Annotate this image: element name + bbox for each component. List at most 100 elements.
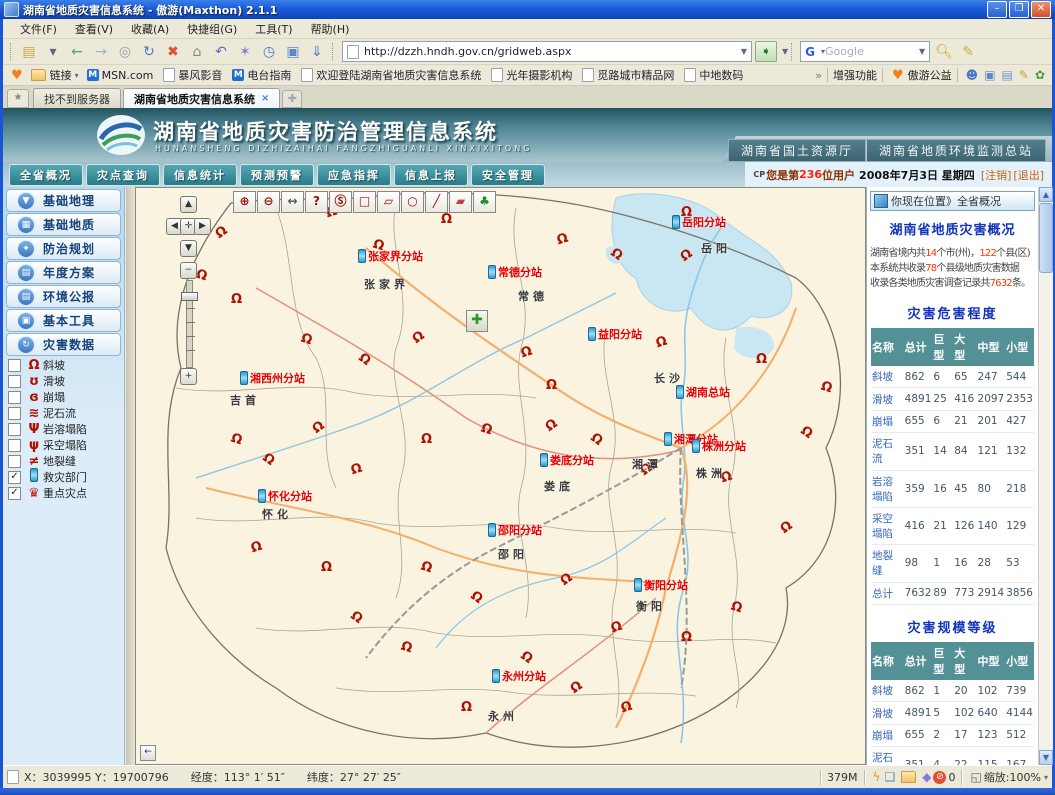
select-polygon-button[interactable]: ▱ <box>377 191 400 213</box>
filter-wand-icon[interactable]: ✶ <box>234 42 256 62</box>
select-circle-button[interactable]: ○ <box>401 191 424 213</box>
nav-tab-4[interactable]: 应急指挥 <box>317 164 391 186</box>
home-icon[interactable]: ⌂ <box>186 42 208 62</box>
station-marker-icon[interactable] <box>588 327 596 341</box>
nav-tab-0[interactable]: 全省概况 <box>9 164 83 186</box>
plugin-icon[interactable]: ✿ <box>1035 68 1045 82</box>
pan-button[interactable]: ↔ <box>281 191 304 213</box>
popup-blocker-icon[interactable]: ⊘ <box>933 771 946 784</box>
boost-lightning-icon[interactable]: ϟ <box>873 770 881 784</box>
layer-checkbox[interactable] <box>8 391 21 404</box>
minimize-button[interactable]: – <box>987 1 1007 18</box>
gem-icon[interactable]: ◆ <box>922 770 931 784</box>
window-icon[interactable]: ▣ <box>282 42 304 62</box>
address-dropdown-icon[interactable]: ▼ <box>741 47 747 56</box>
station-常德分站[interactable]: 常德分站 <box>488 264 542 280</box>
panel-scrollbar[interactable]: ▲ ▼ <box>1038 187 1053 765</box>
station-marker-icon[interactable] <box>540 453 548 467</box>
tab-0[interactable]: 找不到服务器 <box>33 88 121 108</box>
sidebar-section-4[interactable]: ▤环境公报 <box>6 285 121 308</box>
station-marker-icon[interactable] <box>488 523 496 537</box>
refresh-icon[interactable]: ↻ <box>138 42 160 62</box>
station-marker-icon[interactable] <box>664 432 672 446</box>
search-placeholder[interactable]: Google <box>825 45 916 58</box>
draw-line-button[interactable]: ╱ <box>425 191 448 213</box>
map-viewport[interactable]: ΩΩΩΩΩΩΩΩΩΩΩΩΩΩΩΩΩΩΩΩΩΩΩΩΩΩΩΩΩΩΩΩΩΩΩΩΩΩΩΩ… <box>135 187 866 765</box>
layer-checkbox[interactable] <box>8 455 21 468</box>
undo-icon[interactable]: ↶ <box>210 42 232 62</box>
zoom-slider-minus-button[interactable]: − <box>180 262 197 279</box>
link-item-3[interactable]: 欢迎登陆湖南省地质灾害信息系统 <box>301 67 481 83</box>
nav-tab-5[interactable]: 信息上报 <box>394 164 468 186</box>
zoom-value[interactable]: 100% <box>1010 771 1041 784</box>
link-item-0[interactable]: MMSN.com <box>87 67 154 83</box>
page-dropdown-icon[interactable]: ◎ <box>114 42 136 62</box>
dropdown-icon[interactable]: ▾ <box>42 42 64 62</box>
layer-checkbox[interactable] <box>8 423 21 436</box>
new-tab-button[interactable]: ✚ <box>282 90 302 108</box>
history-clock-icon[interactable]: ◷ <box>258 42 280 62</box>
sidebar-section-1[interactable]: ▦基础地质 <box>6 213 121 236</box>
link-item-5[interactable]: 觅路城市精品网 <box>582 67 674 83</box>
download-icon[interactable]: ⇓ <box>306 42 328 62</box>
sidebar-section-3[interactable]: ▤年度方案 <box>6 261 121 284</box>
nav-tab-3[interactable]: 预测预警 <box>240 164 314 186</box>
layer-checkbox[interactable] <box>8 375 21 388</box>
banner-link-0[interactable]: 湖南省国土资源厅 <box>728 139 866 162</box>
scroll-up-icon[interactable]: ▲ <box>1039 187 1053 202</box>
links-label[interactable]: 链接 <box>50 67 72 83</box>
menu-item-2[interactable]: 收藏(A) <box>122 19 178 39</box>
legend-tree-button[interactable]: ♣ <box>473 191 496 213</box>
notes-icon[interactable]: ▤ <box>1002 68 1013 82</box>
station-marker-icon[interactable] <box>258 489 266 503</box>
pan-up-button[interactable]: ▲ <box>180 196 197 213</box>
user-icon[interactable]: ☻ <box>966 68 979 82</box>
scroll-thumb[interactable] <box>1039 203 1053 273</box>
layer-checkbox[interactable] <box>8 407 21 420</box>
enhance-link[interactable]: 增强功能 <box>833 67 877 83</box>
layer-checkbox[interactable] <box>8 359 21 372</box>
map-add-button[interactable]: ✚ <box>466 310 488 332</box>
address-bar[interactable]: ▼ <box>342 41 752 62</box>
windows-icon[interactable]: ❏ <box>884 770 895 784</box>
station-湖南总站[interactable]: 湖南总站 <box>676 384 730 400</box>
station-marker-icon[interactable] <box>634 578 642 592</box>
link-item-2[interactable]: M电台指南 <box>232 67 291 83</box>
menu-item-0[interactable]: 文件(F) <box>11 19 66 39</box>
select-rect-button[interactable]: □ <box>353 191 376 213</box>
search-icon[interactable]: 🔍︎ <box>933 42 955 62</box>
station-marker-icon[interactable] <box>240 371 248 385</box>
station-marker-icon[interactable] <box>692 439 700 453</box>
title-bar[interactable]: 湖南省地质灾害信息系统 - 傲游(Maxthon) 2.1.1 – ❐ ✕ <box>0 0 1055 19</box>
menu-item-4[interactable]: 工具(T) <box>246 19 301 39</box>
highlighter-icon[interactable]: ✎ <box>957 42 979 62</box>
layer-checkbox[interactable]: ✓ <box>8 471 21 484</box>
nav-tab-2[interactable]: 信息统计 <box>163 164 237 186</box>
exit-link[interactable]: [退出] <box>1013 167 1044 183</box>
link-item-6[interactable]: 中地数码 <box>684 67 743 83</box>
forward-icon[interactable]: → <box>90 42 112 62</box>
maximize-button[interactable]: ❐ <box>1009 1 1029 18</box>
measure-button[interactable]: ? <box>305 191 328 213</box>
station-marker-icon[interactable] <box>672 215 680 229</box>
menu-item-5[interactable]: 帮助(H) <box>302 19 359 39</box>
favorites-heart-icon[interactable]: ♥ <box>11 68 23 83</box>
address-input[interactable] <box>362 44 738 59</box>
zoom-in-button[interactable]: ⊕ <box>233 191 256 213</box>
new-page-icon[interactable]: ▤ <box>18 42 40 62</box>
sidebar-section-2[interactable]: ✦防治规划 <box>6 237 121 260</box>
back-icon[interactable]: ← <box>66 42 88 62</box>
zoom-out-button[interactable]: ⊖ <box>257 191 280 213</box>
search-box[interactable]: G ▾ Google ▼ <box>800 41 930 62</box>
station-湘西州分站[interactable]: 湘西州分站 <box>240 370 305 386</box>
pan-down-button[interactable]: ▼ <box>180 240 197 257</box>
station-marker-icon[interactable] <box>676 385 684 399</box>
sidebar-section-0[interactable]: ▼基础地理 <box>6 189 121 212</box>
brush-icon[interactable]: ✎ <box>1019 68 1029 82</box>
zoom-dropdown-icon[interactable]: ▾ <box>1044 773 1048 782</box>
station-衡阳分站[interactable]: 衡阳分站 <box>634 577 688 593</box>
charity-link[interactable]: 傲游公益 <box>908 67 952 83</box>
search-dropdown-icon[interactable]: ▼ <box>919 47 925 56</box>
favorites-star-icon[interactable]: ★ <box>7 89 29 108</box>
station-娄底分站[interactable]: 娄底分站 <box>540 452 594 468</box>
